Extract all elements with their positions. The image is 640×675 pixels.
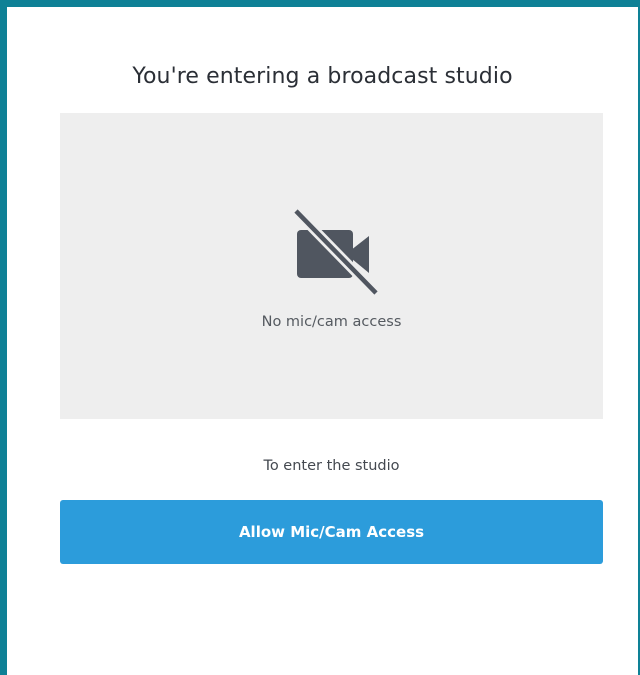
no-access-text: No mic/cam access [261, 314, 402, 330]
studio-entry-dialog: You're entering a broadcast studio No mi… [0, 0, 640, 675]
camera-preview: No mic/cam access [60, 113, 603, 419]
allow-mic-cam-button[interactable]: Allow Mic/Cam Access [60, 500, 603, 564]
camera-off-icon [292, 207, 380, 297]
dialog-title: You're entering a broadcast studio [132, 64, 513, 89]
enter-studio-hint: To enter the studio [263, 458, 400, 474]
